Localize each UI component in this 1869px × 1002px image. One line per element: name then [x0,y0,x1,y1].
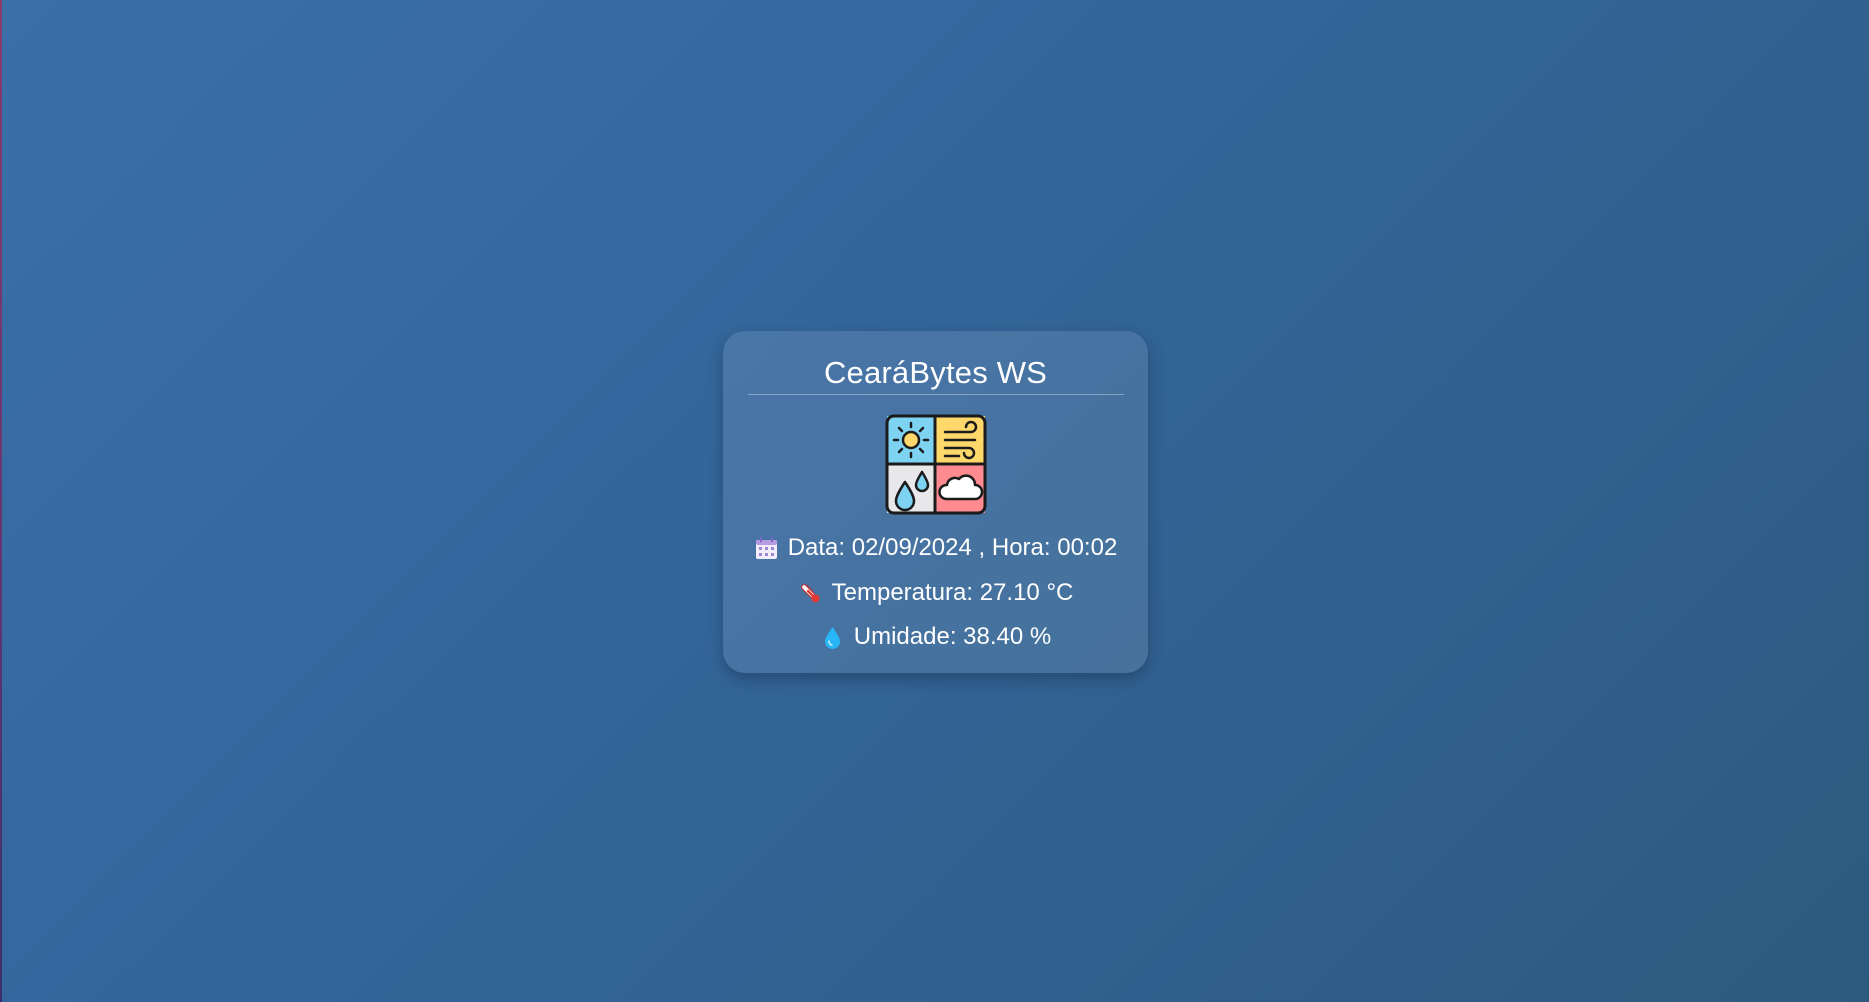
window-left-edge [0,0,2,1002]
thermometer-icon [798,581,823,606]
date-label: Data: [787,534,846,561]
date-value: 02/09/2024 [851,534,972,561]
date-time-separator: , [978,534,986,561]
humidity-line: Umidade: 38.40 % [723,622,1148,652]
time-value: 00:02 [1057,534,1118,561]
humidity-label: Umidade: [853,623,957,650]
weather-tiles-icon [885,414,987,515]
time-label: Hora: [991,534,1051,561]
station-title: CearáBytes WS [823,355,1048,390]
temperature-label: Temperatura: [831,579,974,606]
water-drop-icon [820,625,845,650]
humidity-value: 38.40 [963,623,1024,650]
date-time-line: Data: 02/09/2024 , Hora: 00:02 [723,533,1148,563]
title-divider [747,394,1124,395]
temperature-line: Temperatura: 27.10 °C [723,578,1148,608]
temperature-unit: °C [1046,579,1074,606]
weather-card: CearáBytes WS Data: 02/09/2024 , Hora: 0… [723,331,1148,673]
calendar-icon [754,536,779,561]
temperature-value: 27.10 [979,579,1040,606]
humidity-unit: % [1029,623,1052,650]
